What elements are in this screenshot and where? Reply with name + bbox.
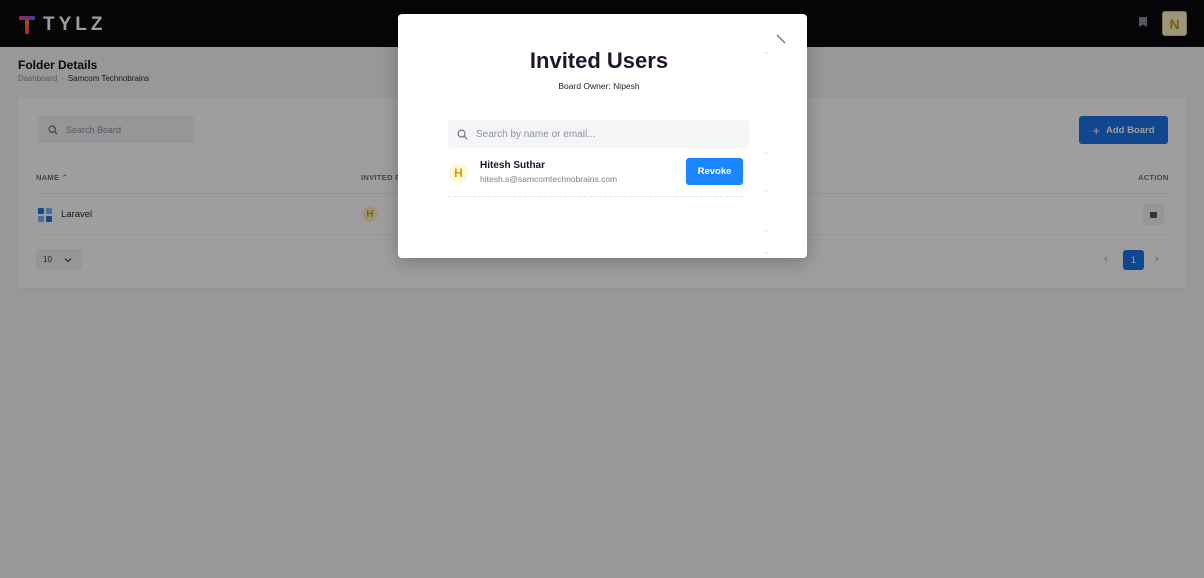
- revoke-button[interactable]: Revoke: [686, 158, 743, 185]
- board-owner-label: Board Owner: Nipesh: [558, 81, 640, 91]
- user-search-placeholder: Search by name or email...: [476, 128, 596, 140]
- avatar: H: [449, 163, 468, 182]
- scrollbar-track[interactable]: [765, 52, 767, 257]
- modal-title: Invited Users: [529, 48, 669, 73]
- invited-users-modal: Invited Users Board Owner: Nipesh Search…: [398, 14, 807, 258]
- search-icon: [457, 128, 468, 140]
- user-name: Hitesh Suthar: [480, 160, 546, 171]
- list-item: H Hitesh Suthar hitesh.s@samcomtechnobra…: [448, 155, 743, 197]
- close-icon[interactable]: [775, 33, 787, 45]
- user-search-input[interactable]: Search by name or email...: [448, 120, 749, 148]
- user-email: hitesh.s@samcomtechnobrains.com: [480, 174, 618, 184]
